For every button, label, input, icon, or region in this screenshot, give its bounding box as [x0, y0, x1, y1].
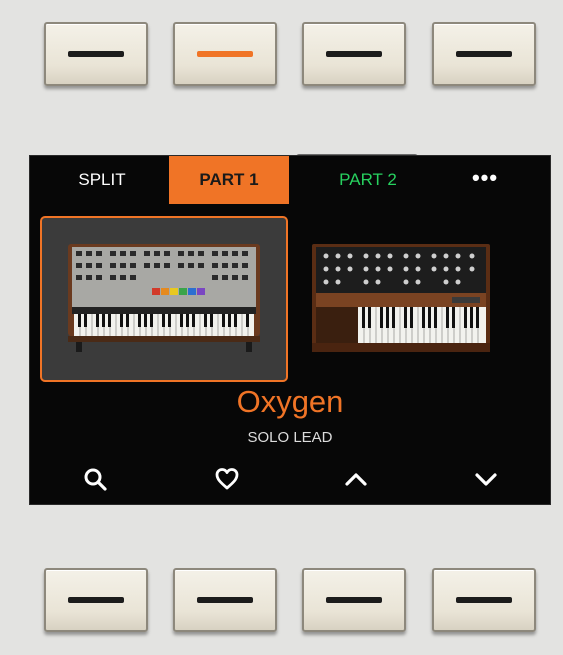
preset-name: Oxygen — [236, 384, 344, 419]
button-indicator — [68, 51, 124, 57]
instrument-slot-1[interactable] — [40, 216, 288, 382]
bottom-button-3[interactable] — [302, 568, 406, 632]
chevron-down-icon[interactable] — [473, 466, 499, 492]
display-screen: SPLIT PART 1 PART 2 ••• Oxygen SOLO LEAD — [29, 155, 551, 505]
preset-category: SOLO LEAD — [247, 429, 333, 446]
top-button-2[interactable] — [173, 22, 277, 86]
tab-part-2[interactable]: PART 2 — [308, 156, 428, 204]
bottom-button-2[interactable] — [173, 568, 277, 632]
top-button-1[interactable] — [44, 22, 148, 86]
tab-part-1[interactable]: PART 1 — [169, 156, 289, 204]
tab-bar: SPLIT PART 1 PART 2 ••• — [30, 156, 550, 206]
bottom-button-1[interactable] — [44, 568, 148, 632]
chevron-up-icon[interactable] — [343, 466, 369, 492]
bottom-button-row — [0, 568, 563, 638]
more-menu-icon[interactable]: ••• — [450, 156, 520, 204]
top-button-row — [0, 22, 563, 92]
polysynth-image — [68, 244, 260, 352]
button-indicator — [326, 51, 382, 57]
tab-split[interactable]: SPLIT — [52, 156, 152, 204]
button-indicator-active — [197, 51, 253, 57]
button-indicator — [456, 597, 512, 603]
top-button-3[interactable] — [302, 22, 406, 86]
button-indicator — [326, 597, 382, 603]
heart-icon[interactable] — [214, 466, 240, 492]
monosynth-image[interactable] — [312, 244, 490, 352]
button-indicator — [68, 597, 124, 603]
button-indicator — [456, 51, 512, 57]
top-button-4[interactable] — [432, 22, 536, 86]
bottom-button-4[interactable] — [432, 568, 536, 632]
button-indicator — [197, 597, 253, 603]
search-icon[interactable] — [82, 466, 108, 492]
